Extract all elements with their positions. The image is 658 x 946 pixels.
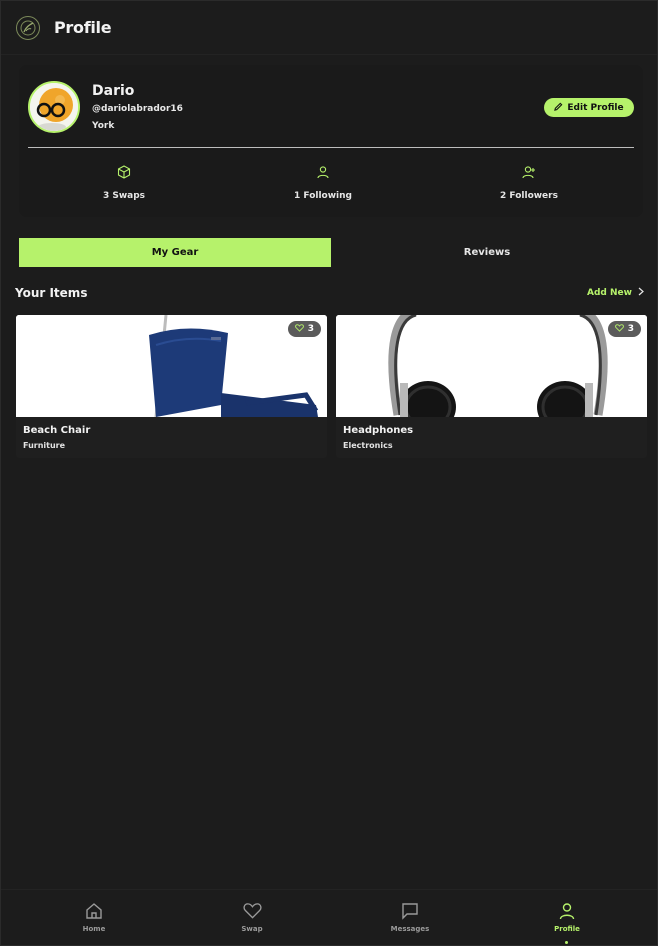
tab-my-gear[interactable]: My Gear [19,238,331,267]
user-handle: @dariolabrador16 [92,104,183,114]
nav-item-profile[interactable]: Profile [527,902,607,933]
item-name: Beach Chair [23,425,91,436]
stat-swaps-label: 3 Swaps [102,191,146,201]
page-title: Profile [54,18,112,37]
item-card-headphones[interactable]: 3 Headphones Electronics [336,315,647,458]
user-location: York [92,121,115,131]
item-image-headphones: 3 [336,315,647,417]
nav-label: Messages [390,925,430,933]
section-title: Your Items [15,286,88,300]
divider [28,147,634,148]
pencil-icon [554,102,563,114]
nav-label: Swap [241,925,263,933]
heart-icon [294,323,304,335]
nav-label: Home [82,925,106,933]
top-bar: Profile [1,1,657,55]
add-new-label: Add New [587,288,632,298]
edit-profile-button[interactable]: Edit Profile [544,98,634,117]
stat-swaps[interactable]: 3 Swaps [39,165,209,201]
item-category: Furniture [23,441,66,450]
nav-item-messages[interactable]: Messages [370,902,450,933]
chevron-right-icon [638,287,644,299]
heart-icon [614,323,624,335]
message-square-icon [370,902,450,922]
item-card-beach-chair[interactable]: 3 Beach Chair Furniture [16,315,327,458]
likes-count: 3 [307,324,314,334]
item-image-beach-chair: 3 [16,315,327,417]
leaf-globe-icon[interactable] [16,16,40,40]
stat-following-label: 1 Following [294,191,352,201]
stat-following[interactable]: 1 Following [238,165,408,201]
item-name: Headphones [343,425,414,436]
home-icon [54,902,134,922]
item-category: Electronics [343,441,393,450]
app-window: Profile Dario @dariolabrador16 York Edit… [0,0,658,946]
heart-icon [212,902,292,922]
tab-reviews[interactable]: Reviews [331,238,643,267]
nav-label: Profile [554,925,580,933]
avatar[interactable] [28,81,80,133]
user-icon [527,902,607,922]
box-icon [39,165,209,181]
stat-followers[interactable]: 2 Followers [444,165,614,201]
stat-followers-label: 2 Followers [500,191,558,201]
profile-card: Dario @dariolabrador16 York Edit Profile… [19,65,643,217]
likes-badge[interactable]: 3 [287,321,321,337]
edit-profile-label: Edit Profile [567,102,624,113]
add-new-link[interactable]: Add New [587,287,644,299]
likes-count: 3 [627,324,634,334]
nav-item-home[interactable]: Home [54,902,134,933]
user-icon [238,165,408,181]
user-name: Dario [92,83,135,99]
likes-badge[interactable]: 3 [607,321,641,337]
nav-item-swap[interactable]: Swap [212,902,292,933]
bottom-nav: Home Swap Messages Profile [1,889,657,945]
user-plus-icon [444,165,614,181]
active-indicator-dot [565,941,568,944]
